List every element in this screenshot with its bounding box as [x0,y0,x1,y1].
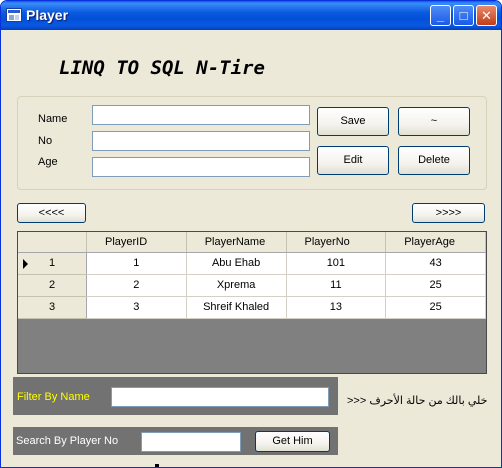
row-header[interactable]: 2 [18,274,87,297]
filter-by-name-label: Filter By Name [17,391,90,403]
no-label: No [38,135,53,147]
table-row[interactable]: 2 2 Xprema 11 25 [18,274,486,297]
players-table: PlayerID PlayerName PlayerNo PlayerAge 1… [18,232,486,319]
column-header-playerid[interactable]: PlayerID [86,232,187,253]
search-panel: Search By Player No Get Him [13,427,338,455]
column-header-playerage[interactable]: PlayerAge [385,232,486,253]
get-him-button[interactable]: Get Him [255,431,330,452]
name-label: Name [38,113,68,125]
filter-name-input[interactable] [111,387,329,407]
players-grid[interactable]: PlayerID PlayerName PlayerNo PlayerAge 1… [17,231,487,374]
row-number: 3 [48,301,56,313]
next-button[interactable]: >>>> [412,203,485,223]
player-window: Player _ □ ✕ LINQ TO SQL N-Tire Name No … [0,0,502,468]
filter-panel: Filter By Name [13,377,338,415]
save-button[interactable]: Save [317,107,389,136]
cell-playername[interactable]: Abu Ehab [186,252,287,275]
cell-playername[interactable]: Shreif Khaled [186,296,287,319]
age-input[interactable] [92,157,310,177]
window-bottom-edge [1,463,501,467]
age-label: Age [38,156,58,168]
close-button[interactable]: ✕ [476,5,497,26]
row-header[interactable]: 3 [18,296,87,319]
cell-playerage[interactable]: 25 [385,274,486,297]
row-header[interactable]: 1 [18,252,87,275]
window-title: Player [26,7,69,23]
grid-header-row: PlayerID PlayerName PlayerNo PlayerAge [18,232,486,253]
search-by-player-no-label: Search By Player No [16,435,119,447]
grid-corner-cell[interactable] [18,232,87,253]
cell-playerage[interactable]: 43 [385,252,486,275]
cell-playerage[interactable]: 25 [385,296,486,319]
tilde-button[interactable]: ~ [398,107,470,136]
cell-playerno[interactable]: 13 [286,296,387,319]
cell-playerno[interactable]: 11 [286,274,387,297]
page-heading: LINQ TO SQL N-Tire [59,57,265,79]
table-row[interactable]: 3 3 Shreif Khaled 13 25 [18,296,486,319]
player-no-search-input[interactable] [141,432,241,452]
maximize-button[interactable]: □ [453,5,474,26]
column-header-playername[interactable]: PlayerName [186,232,287,253]
edit-button[interactable]: Edit [317,146,389,175]
name-input[interactable] [92,105,310,125]
case-sensitivity-note: خلي بالك من حالة الأحرف <<< [347,395,488,407]
cell-playerid[interactable]: 3 [86,296,187,319]
row-number: 2 [48,279,56,291]
column-header-playerno[interactable]: PlayerNo [286,232,387,253]
cell-playerid[interactable]: 2 [86,274,187,297]
title-bar[interactable]: Player _ □ ✕ [1,1,501,30]
cell-playername[interactable]: Xprema [186,274,287,297]
minimize-button[interactable]: _ [430,5,451,26]
previous-button[interactable]: <<<< [17,203,86,223]
cell-playerno[interactable]: 101 [286,252,387,275]
cell-playerid[interactable]: 1 [86,252,187,275]
row-number: 1 [48,257,56,269]
table-row[interactable]: 1 1 Abu Ehab 101 43 [18,252,486,275]
delete-button[interactable]: Delete [398,146,470,175]
current-row-arrow-icon [23,258,28,269]
app-form-icon [6,8,22,22]
no-input[interactable] [92,131,310,151]
bottom-marker [155,464,159,467]
